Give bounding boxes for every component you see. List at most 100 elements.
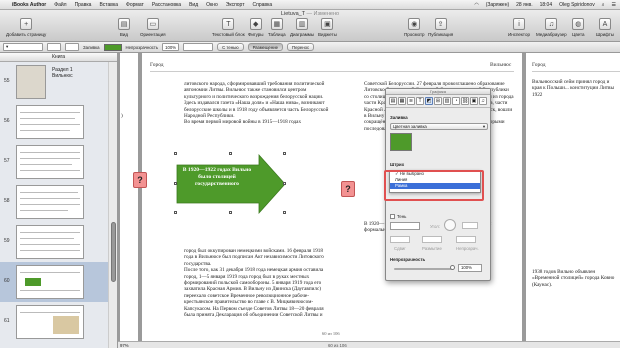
textbox-button[interactable]: T Текстовый блок (212, 18, 245, 37)
opacity-value-field[interactable]: 100% (458, 264, 482, 272)
zoom-value[interactable]: 97% (120, 343, 129, 348)
resize-handle[interactable] (174, 152, 177, 155)
sidebar-page-57[interactable]: 57 (0, 142, 108, 182)
shadow-opacity-label: Непрозрач. (456, 246, 479, 251)
menu-edit[interactable]: Правка (75, 2, 92, 8)
fill-type-select[interactable]: Цветная заливка ▾ (390, 123, 488, 130)
sidebar-page-58[interactable]: 58 (0, 182, 108, 222)
fill-color-well[interactable] (390, 133, 412, 151)
publish-label: Публикация (428, 32, 454, 37)
table-label: Таблица (268, 32, 286, 37)
publish-button[interactable]: ⇪ Публикация (428, 18, 453, 37)
sidebar-page-55[interactable]: 55 Раздел 1 Вильнюс (0, 62, 108, 102)
shadow-opacity-field[interactable] (456, 236, 476, 243)
sidebar-page-56[interactable]: 56 (0, 102, 108, 142)
link-tab-icon[interactable]: ⛓ (461, 97, 469, 105)
menu-date[interactable]: 28 янв. (516, 2, 532, 8)
column-1-top[interactable]: литовского народа, сформировавший требов… (184, 81, 330, 126)
menu-view[interactable]: Вид (189, 2, 198, 8)
media-tab-icon[interactable]: ♫ (479, 97, 487, 105)
resize-handle[interactable] (229, 211, 232, 214)
fonts-label: Шрифты (596, 32, 615, 37)
offset-field[interactable] (390, 236, 410, 243)
resize-handle[interactable] (174, 211, 177, 214)
column-1-bottom[interactable]: город был оккупирован немецкими войсками… (184, 248, 330, 318)
stroke-select[interactable] (47, 43, 61, 51)
menu-help[interactable]: Справка (253, 2, 273, 8)
layout-tab-icon[interactable]: ▦ (398, 97, 406, 105)
placement-button[interactable]: Размещение (247, 43, 283, 51)
page-thumbnail (16, 65, 46, 99)
sidebar-scrollbar[interactable] (108, 62, 117, 348)
wifi-icon[interactable]: ◠ (474, 2, 478, 8)
preview-button[interactable]: ◉ Просмотр (404, 18, 425, 37)
fill-swatch[interactable] (103, 43, 122, 51)
style-select[interactable]: ▾ (3, 43, 43, 51)
spotlight-icon[interactable]: ⌕ (602, 2, 605, 8)
doc-tab-icon[interactable]: ▤ (389, 97, 397, 105)
sidebar-page-61[interactable]: 61 (0, 302, 108, 342)
resize-handle[interactable] (229, 152, 232, 155)
shadow-button[interactable]: С тенью (217, 43, 244, 51)
shadow-color-well[interactable] (390, 222, 420, 230)
angle-field[interactable] (462, 222, 478, 229)
chart-tab-icon[interactable]: ◔ (452, 97, 460, 105)
colors-button[interactable]: ◍ Цвета (572, 18, 585, 37)
menu-format[interactable]: Формат (126, 2, 144, 8)
next-page-bottom[interactable]: 1938 годов Вильно объявлен «Временной ст… (532, 269, 620, 288)
resize-handle[interactable] (174, 182, 177, 185)
page-number: 56 (4, 118, 10, 124)
menu-time[interactable]: 18:04 (540, 2, 553, 8)
resize-handle[interactable] (283, 211, 286, 214)
menu-insert[interactable]: Вставка (99, 2, 118, 8)
wrap-button[interactable]: Перенос (286, 43, 315, 51)
font-select[interactable] (183, 43, 214, 51)
add-page-button[interactable]: + Добавить страницу (6, 18, 46, 37)
media-button[interactable]: ♫ Медиабраузер (536, 18, 567, 37)
table-button[interactable]: ▦ Таблица (268, 18, 286, 37)
fonts-button[interactable]: A Шрифты (596, 18, 614, 37)
opacity-section-label: Непрозрачность (390, 257, 426, 262)
opacity-field[interactable]: 100% (162, 43, 180, 51)
blur-label: Размытие (422, 246, 442, 251)
notification-icon[interactable]: ☰ (612, 2, 616, 8)
arrow-shape[interactable]: В 1920—1922 годах Вильно было столицей г… (174, 152, 287, 215)
text-tab-icon[interactable]: T (416, 97, 424, 105)
view-button[interactable]: ▤ Вид (118, 18, 130, 37)
orientation-button[interactable]: ▭ Ориентация (140, 18, 166, 37)
widget-tab-icon[interactable]: ▣ (470, 97, 478, 105)
widgets-button[interactable]: ▣ Виджеты (318, 18, 337, 37)
battery-status[interactable]: (Заряжен) (486, 2, 509, 8)
sidebar-page-59[interactable]: 59 (0, 222, 108, 262)
charts-button[interactable]: ▥ Диаграммы (290, 18, 314, 37)
menu-window[interactable]: Окно (206, 2, 218, 8)
resize-handle[interactable] (283, 152, 286, 155)
opacity-slider[interactable] (394, 268, 454, 270)
sidebar-page-60[interactable]: 60 (0, 262, 108, 302)
wrap-tab-icon[interactable]: ≋ (407, 97, 415, 105)
resize-handle[interactable] (283, 182, 286, 185)
next-page-top[interactable]: Вильнюсский сейм принял город и края к П… (532, 79, 620, 98)
menu-user[interactable]: Oleg Spiridonov (559, 2, 595, 8)
shapes-button[interactable]: ◆ Фигуры (248, 18, 264, 37)
widgets-label: Виджеты (318, 32, 337, 37)
metrics-tab-icon[interactable]: ⊞ (434, 97, 442, 105)
thumb-map (53, 316, 79, 334)
table-tab-icon[interactable]: ▥ (443, 97, 451, 105)
opacity-slider-knob[interactable] (450, 265, 455, 270)
menu-app-name[interactable]: iBooks Author (12, 2, 46, 8)
status-bar: 97% 60 из 106 (118, 341, 620, 348)
page-number: 59 (4, 238, 10, 244)
blur-field[interactable] (422, 236, 442, 243)
menu-file[interactable]: Файл (54, 2, 66, 8)
inspector-button[interactable]: i Инспектор (508, 18, 530, 37)
scroll-knob[interactable] (111, 222, 116, 282)
line-select[interactable] (65, 43, 79, 51)
graphic-tab-icon[interactable]: ◩ (425, 97, 433, 105)
angle-dial[interactable] (444, 219, 456, 231)
menu-extras: ◠ (Заряжен) 28 янв. 18:04 Oleg Spiridono… (474, 2, 616, 8)
shapes-label: Фигуры (248, 32, 264, 37)
shadow-checkbox[interactable] (390, 214, 395, 219)
menu-export[interactable]: Экспорт (226, 2, 245, 8)
menu-arrange[interactable]: Расстановка (152, 2, 181, 8)
